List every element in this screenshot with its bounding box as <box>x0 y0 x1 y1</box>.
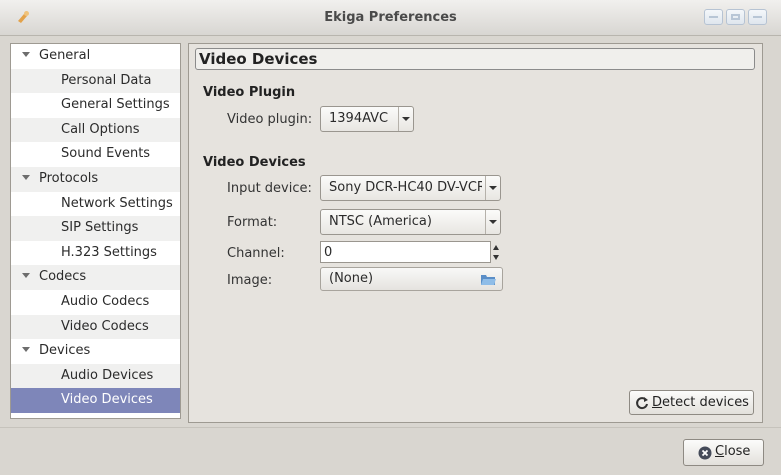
video-plugin-value: 1394AVC <box>329 111 389 126</box>
tree-group-codecs[interactable]: Codecs <box>11 265 180 290</box>
close-button[interactable]: Close <box>683 439 764 466</box>
tree-label: Protocols <box>39 170 99 186</box>
window-title: Ekiga Preferences <box>324 10 457 25</box>
image-value: (None) <box>329 271 374 286</box>
channel-value: 0 <box>324 245 333 260</box>
tree-item-general-settings[interactable]: General Settings <box>11 93 180 118</box>
channel-spinbox[interactable]: 0 <box>320 241 499 263</box>
maximize-button[interactable] <box>726 9 745 25</box>
chevron-down-icon <box>398 107 413 131</box>
video-plugin-select[interactable]: 1394AVC <box>320 106 414 132</box>
folder-open-icon <box>481 275 496 285</box>
tree-item-h323-settings[interactable]: H.323 Settings <box>11 241 180 266</box>
window-close-button[interactable] <box>748 9 767 25</box>
close-circle-icon <box>698 446 712 460</box>
window-controls <box>704 9 767 25</box>
image-label: Image: <box>227 273 273 288</box>
tree-label: Network Settings <box>61 195 173 211</box>
footer-divider <box>0 427 781 428</box>
chevron-down-icon <box>485 176 500 200</box>
tree-label: Video Devices <box>61 392 153 408</box>
tree-item-video-devices[interactable]: Video Devices <box>11 388 180 413</box>
title-bar: Ekiga Preferences <box>0 0 781 36</box>
tree-item-sip-settings[interactable]: SIP Settings <box>11 216 180 241</box>
input-device-value: Sony DCR-HC40 DV-VCR <box>329 180 482 195</box>
close-x-icon <box>753 16 762 18</box>
minimize-button[interactable] <box>704 9 723 25</box>
tree-item-call-options[interactable]: Call Options <box>11 117 180 143</box>
video-plugin-heading: Video Plugin <box>203 85 296 100</box>
tree-group-general[interactable]: General <box>11 44 180 69</box>
input-device-label: Input device: <box>227 181 312 196</box>
tree-label: Video Codecs <box>61 318 149 334</box>
video-plugin-label: Video plugin: <box>227 112 313 127</box>
tree-label: General Settings <box>61 97 170 113</box>
tree-item-network-settings[interactable]: Network Settings <box>11 192 180 217</box>
tree-item-video-codecs[interactable]: Video Codecs <box>11 314 180 340</box>
refresh-icon <box>636 397 648 410</box>
format-value: NTSC (America) <box>329 214 432 229</box>
tree-label: Audio Codecs <box>61 293 150 309</box>
tree-label: Codecs <box>39 269 87 285</box>
tree-label: SIP Settings <box>61 220 139 236</box>
close-label: Close <box>715 444 751 459</box>
tree-label: Sound Events <box>61 146 151 162</box>
input-device-select[interactable]: Sony DCR-HC40 DV-VCR <box>320 175 501 201</box>
expander-icon[interactable] <box>22 347 30 353</box>
tree-label: H.323 Settings <box>61 244 157 260</box>
image-file-chooser[interactable]: (None) <box>320 267 503 291</box>
tree-label: Personal Data <box>61 72 152 88</box>
expander-icon[interactable] <box>22 174 30 180</box>
tree-group-devices[interactable]: Devices <box>11 339 180 364</box>
page-title: Video Devices <box>195 48 755 70</box>
tree-item-audio-codecs[interactable]: Audio Codecs <box>11 290 180 315</box>
preferences-tree: General Personal Data General Settings C… <box>10 43 181 419</box>
maximize-icon <box>731 14 740 20</box>
chevron-down-icon <box>485 210 500 234</box>
tree-group-protocols[interactable]: Protocols <box>11 166 180 192</box>
expander-icon[interactable] <box>22 273 30 279</box>
tree-item-sound-events[interactable]: Sound Events <box>11 142 180 167</box>
settings-panel: Video Devices Video Plugin Video plugin:… <box>188 43 763 423</box>
spin-arrows-icon[interactable] <box>492 242 502 264</box>
tree-item-audio-devices[interactable]: Audio Devices <box>11 363 180 389</box>
tree-label: Call Options <box>61 121 140 137</box>
format-label: Format: <box>227 215 278 230</box>
minimize-icon <box>709 16 718 18</box>
detect-devices-label: Detect devices <box>652 395 749 410</box>
format-select[interactable]: NTSC (America) <box>320 209 501 235</box>
video-devices-heading: Video Devices <box>203 155 306 170</box>
tree-label: Devices <box>39 343 91 359</box>
channel-label: Channel: <box>227 246 285 261</box>
tree-item-personal-data[interactable]: Personal Data <box>11 68 180 94</box>
tree-label: General <box>39 48 91 63</box>
detect-devices-button[interactable]: Detect devices <box>629 390 754 415</box>
tree-label: Audio Devices <box>61 367 154 383</box>
expander-icon[interactable] <box>22 52 30 57</box>
